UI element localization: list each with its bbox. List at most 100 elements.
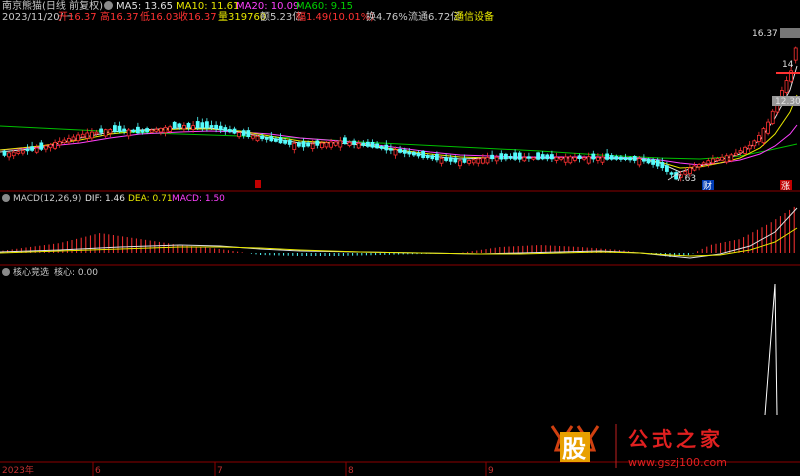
- candle-body: [490, 154, 495, 160]
- price-axis-label-2: 14: [782, 60, 794, 70]
- candle-body: [356, 142, 361, 149]
- candle-body: [448, 157, 453, 162]
- candle-body: [499, 153, 504, 160]
- candle-body: [122, 128, 126, 132]
- zhang-marker-label: 涨: [781, 181, 790, 192]
- candle-body: [232, 128, 237, 134]
- watermark-text: 公式之家: [628, 427, 724, 451]
- ma5-line: [0, 65, 798, 173]
- candle-body: [402, 149, 407, 154]
- candle-body: [44, 145, 48, 150]
- x-label-6: 6: [95, 466, 101, 476]
- candle-body: [665, 165, 669, 172]
- candle-body: [692, 165, 697, 171]
- candle-body: [531, 157, 536, 160]
- candle-body: [34, 147, 39, 153]
- core-value: 核心: 0.00: [54, 266, 98, 278]
- price-axis-label-1: 16.37: [752, 29, 778, 39]
- candle-body: [90, 131, 94, 139]
- candle-body: [743, 146, 747, 154]
- candle-body: [39, 142, 44, 150]
- candle-body: [729, 154, 734, 162]
- candle-body: [766, 121, 770, 134]
- candle-body: [108, 129, 113, 134]
- candle-body: [444, 157, 449, 161]
- x-label-8: 8: [348, 466, 354, 476]
- candle-body: [577, 155, 582, 159]
- event-marker[interactable]: [255, 180, 261, 188]
- candle-body: [154, 128, 159, 132]
- candle-body: [181, 125, 186, 130]
- candle-body: [117, 125, 122, 133]
- candle-body: [94, 131, 99, 135]
- macd-dea-line: [0, 227, 798, 257]
- candle-body: [430, 155, 435, 160]
- macd-toggle-icon[interactable]: [2, 194, 10, 202]
- candle-body: [393, 149, 398, 156]
- candle-body: [53, 141, 57, 149]
- candle-body: [697, 164, 701, 168]
- candle-body: [476, 158, 481, 164]
- candle-body: [439, 157, 444, 164]
- candle-body: [168, 126, 173, 132]
- x-label-year: 2023年: [2, 464, 34, 476]
- candle-body: [310, 143, 315, 149]
- candle-body: [609, 155, 614, 160]
- candle-body: [67, 137, 71, 143]
- candle-body: [214, 124, 219, 130]
- candle-body: [485, 157, 490, 164]
- core-spike-line: [764, 283, 778, 416]
- candle-body: [559, 157, 563, 160]
- candle-body: [241, 130, 246, 136]
- candle-body: [715, 157, 720, 161]
- candle-body: [582, 157, 586, 160]
- candle-body: [457, 160, 462, 167]
- candle-body: [319, 142, 324, 148]
- candle-body: [747, 144, 752, 150]
- candle-body: [140, 130, 145, 133]
- candle-body: [172, 121, 177, 129]
- candle-body: [600, 156, 605, 163]
- candle-body: [20, 150, 25, 154]
- candle-body: [287, 140, 292, 145]
- candle-body: [421, 150, 426, 158]
- candle-body: [365, 141, 370, 147]
- candle-body: [651, 159, 655, 165]
- x-label-9: 9: [488, 466, 494, 476]
- candle-body: [793, 47, 798, 61]
- candle-body: [425, 155, 430, 159]
- candle-body: [724, 155, 729, 163]
- candle-body: [398, 148, 403, 153]
- candle-body: [269, 136, 274, 142]
- candle-body: [591, 153, 596, 160]
- candle-body: [711, 158, 715, 164]
- candle-body: [669, 172, 674, 175]
- candle-body: [503, 153, 508, 160]
- candle-body: [416, 152, 421, 157]
- candle-body: [467, 160, 472, 164]
- watermark-url: www.gszj100.com: [628, 456, 727, 469]
- candle-body: [296, 142, 301, 147]
- core-name: 核心竞选: [13, 266, 49, 278]
- candle-body: [752, 140, 757, 147]
- candle-body: [701, 162, 706, 165]
- candle-body: [688, 167, 692, 175]
- kline-chart[interactable]: 16.37 14 12.30 7.63 财 涨 MACD(12,26,9) DI…: [0, 0, 800, 476]
- candle-body: [338, 140, 343, 148]
- core-toggle-icon[interactable]: [2, 268, 10, 276]
- macd-value: MACD: 1.50: [172, 194, 225, 204]
- candle-body: [80, 133, 85, 138]
- candle-body: [186, 122, 191, 128]
- candle-body: [536, 152, 540, 160]
- candle-body: [264, 137, 269, 140]
- candle-body: [720, 156, 724, 161]
- candle-body: [494, 156, 499, 162]
- candle-body: [384, 144, 389, 151]
- candle-body: [329, 141, 334, 148]
- candle-body: [655, 159, 660, 167]
- candle-body: [628, 157, 632, 161]
- candle-body: [223, 127, 228, 132]
- candle-body: [568, 156, 573, 164]
- candle-body: [596, 157, 600, 161]
- candle-body: [16, 151, 21, 154]
